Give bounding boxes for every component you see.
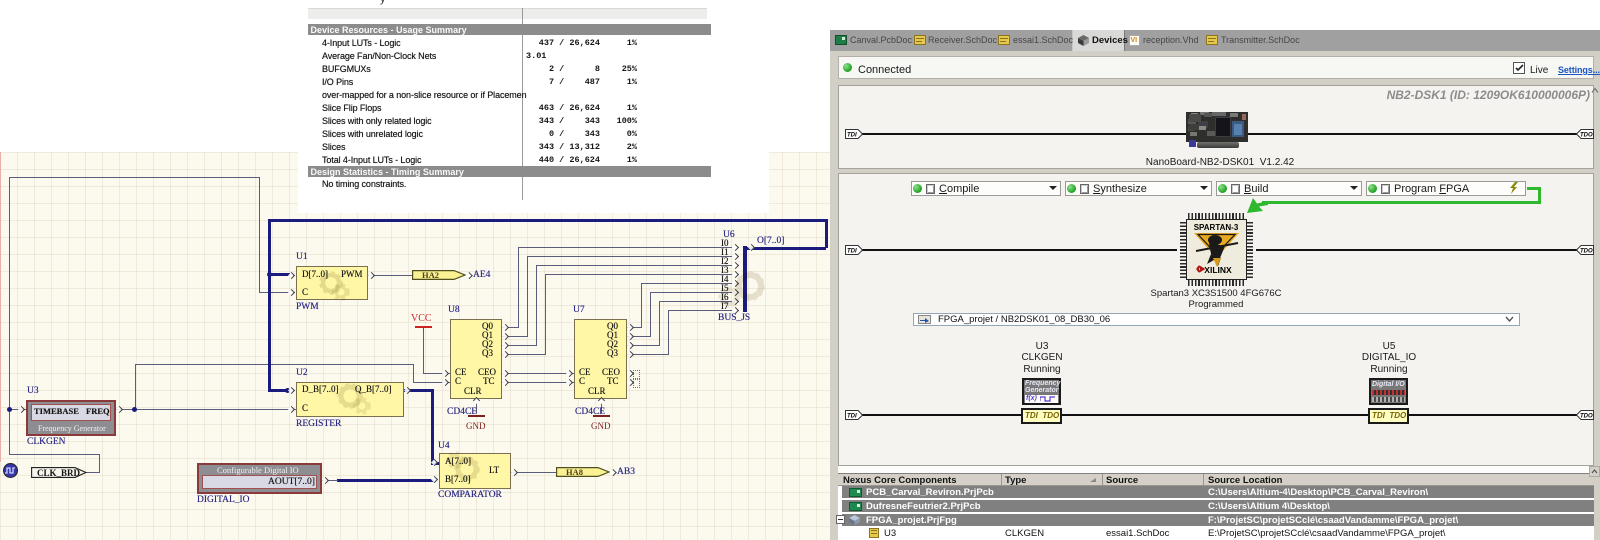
svg-text:TDI: TDI (847, 133, 857, 139)
svg-text:HA8: HA8 (566, 467, 583, 477)
svg-text:HA2: HA2 (422, 270, 439, 280)
svg-text:TDO: TDO (1580, 249, 1593, 255)
svg-text:TDI: TDI (847, 414, 857, 420)
svg-text:XILINX: XILINX (1204, 265, 1232, 275)
svg-text:CLK_BRD: CLK_BRD (37, 468, 81, 478)
svg-text:SPARTAN-3: SPARTAN-3 (1194, 223, 1239, 232)
svg-text:TDO: TDO (1580, 414, 1593, 420)
svg-text:TDO: TDO (1580, 133, 1593, 139)
svg-text:TDI: TDI (847, 249, 857, 255)
